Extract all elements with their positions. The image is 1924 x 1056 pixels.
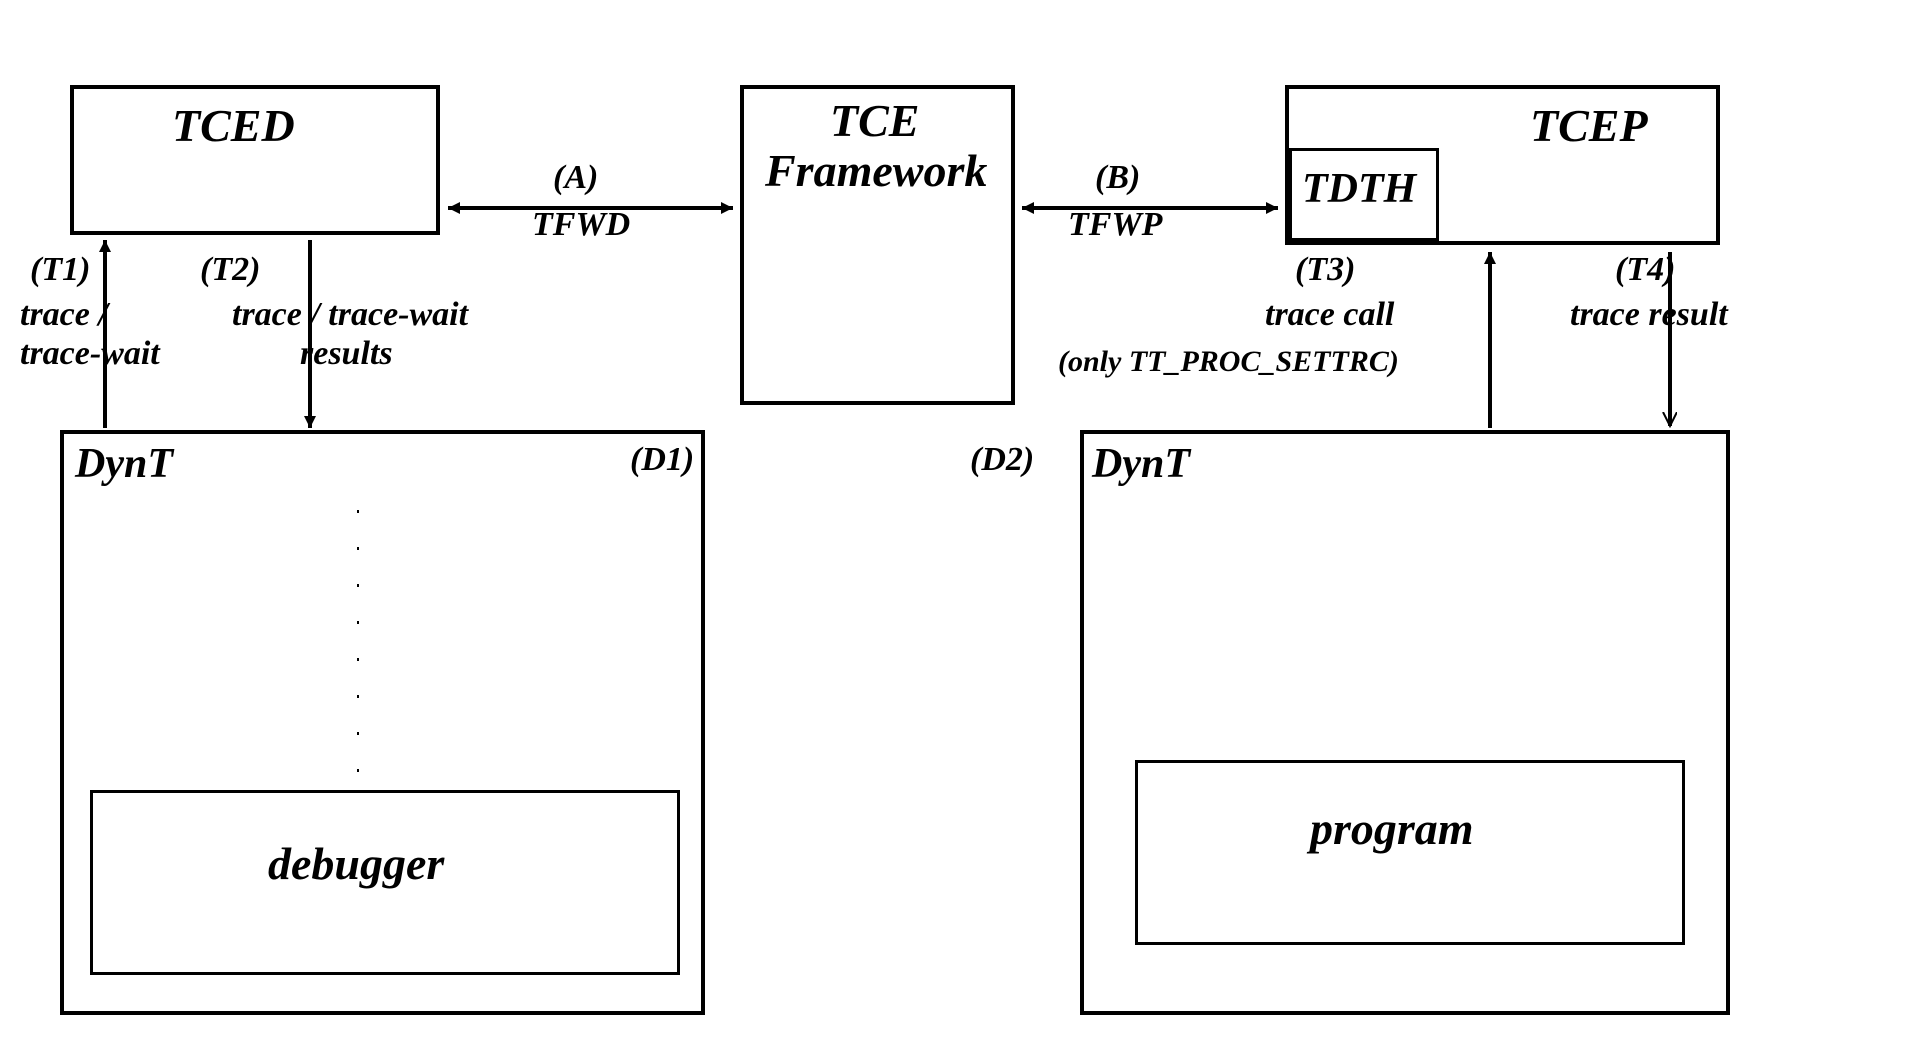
arrow-t3-note: (only TT_PROC_SETTRC) xyxy=(1058,345,1399,380)
arrow-t2-label: trace / trace-wait results xyxy=(232,295,468,373)
arrow-a-label: TFWD xyxy=(532,205,630,244)
tdth-label: TDTH xyxy=(1302,165,1416,213)
tce-framework-line2: Framework xyxy=(765,145,987,198)
arrow-b-tag: (B) xyxy=(1095,158,1140,197)
d1-label: (D1) xyxy=(630,440,694,479)
arrow-t3-label: trace call xyxy=(1265,295,1394,334)
diagram-stage: TCED TCE Framework TCEP TDTH DynT debugg… xyxy=(0,0,1924,1056)
arrow-t2-tag: (T2) xyxy=(200,250,260,289)
program-label: program xyxy=(1310,803,1474,856)
dynt-left-label: DynT xyxy=(75,440,173,488)
tce-framework-line1: TCE xyxy=(830,95,919,148)
dynt-right-label: DynT xyxy=(1092,440,1190,488)
d2-label: (D2) xyxy=(970,440,1034,479)
arrow-t3-tag: (T3) xyxy=(1295,250,1355,289)
tced-label: TCED xyxy=(172,100,295,153)
debugger-label: debugger xyxy=(268,838,444,891)
arrow-a-tag: (A) xyxy=(553,158,598,197)
arrow-t1-label: trace / trace-wait xyxy=(20,295,160,373)
arrow-t1-tag: (T1) xyxy=(30,250,90,289)
arrow-t4-label: trace result xyxy=(1570,295,1728,334)
arrow-t4-tag: (T4) xyxy=(1615,250,1675,289)
arrow-b-label: TFWP xyxy=(1068,205,1162,244)
tcep-label: TCEP xyxy=(1530,100,1648,153)
